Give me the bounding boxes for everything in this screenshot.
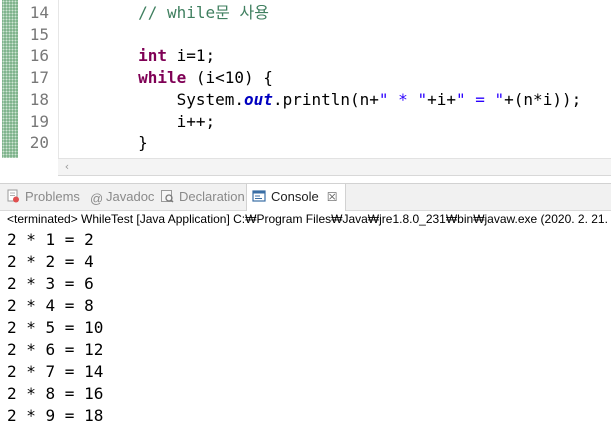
code-token: int — [138, 46, 167, 66]
line-number: 14 — [29, 3, 49, 22]
console-line: 2 * 3 = 6 — [7, 274, 94, 293]
console-status-line: <terminated> WhileTest [Java Application… — [7, 212, 611, 226]
code-line[interactable]: 14 // while문 사용 — [0, 2, 611, 23]
code-editor[interactable]: 14 // while문 사용 15 16 int i=1; 17 while (i<… — [0, 0, 611, 158]
console-line: 2 * 4 = 8 — [7, 296, 94, 315]
code-line[interactable]: 17 while (i<10) { — [0, 67, 611, 88]
tab-javadoc[interactable]: @ Javadoc — [90, 184, 154, 210]
line-number: 16 — [29, 46, 49, 66]
console-line: 2 * 9 = 18 — [7, 406, 104, 425]
code-token: out — [244, 89, 273, 109]
console-output[interactable]: 2 * 1 = 2 2 * 2 = 4 2 * 3 = 6 2 * 4 = 8 2 * … — [7, 229, 607, 427]
code-text: } — [61, 132, 148, 153]
tab-console-label: Console — [271, 189, 319, 204]
code-token: " = " — [455, 89, 505, 109]
console-line: 2 * 5 = 10 — [7, 318, 104, 337]
tab-problems[interactable]: Problems — [6, 184, 80, 210]
tab-javadoc-label: Javadoc — [106, 189, 155, 204]
code-line[interactable]: 19 i++; — [0, 111, 611, 132]
code-text: System.out.println(n+" * "+i+" = "+(n*i)… — [61, 89, 582, 110]
editor-horizontal-scrollbar[interactable]: ‹ — [58, 158, 611, 176]
code-line[interactable]: 20 } — [0, 132, 611, 153]
code-token: +(n*i)); — [504, 89, 582, 109]
console-line: 2 * 2 = 4 — [7, 252, 94, 271]
code-token: } — [61, 133, 148, 153]
console-line: 2 * 7 = 14 — [7, 362, 104, 381]
code-token: " * " — [378, 89, 428, 109]
code-text: int i=1; — [61, 45, 215, 66]
code-text: // while문 사용 — [61, 2, 269, 23]
problems-icon — [7, 189, 19, 203]
code-line[interactable]: 15 — [0, 24, 611, 45]
code-token: System. — [61, 89, 245, 109]
javadoc-icon: @ — [90, 191, 104, 206]
code-token: // while문 사용 — [138, 3, 269, 22]
line-number: 20 — [29, 133, 49, 153]
code-text: i++; — [61, 111, 216, 132]
close-icon[interactable]: ☒ — [327, 190, 338, 204]
tab-declaration[interactable]: Declaration — [160, 184, 245, 210]
code-token: i++; — [61, 111, 216, 131]
console-line: 2 * 6 = 12 — [7, 340, 104, 359]
tab-problems-label: Problems — [25, 189, 80, 204]
console-icon — [252, 190, 266, 202]
code-line[interactable]: 18 System.out.println(n+" * "+i+" = "+(n… — [0, 89, 611, 110]
eclipse-window: 14 // while문 사용 15 16 int i=1; 17 while (i<… — [0, 0, 611, 427]
code-token: i=1; — [166, 46, 216, 66]
declaration-icon — [161, 190, 174, 203]
code-token: while — [138, 68, 187, 88]
tab-console[interactable]: Console ☒ — [246, 184, 347, 211]
line-number: 15 — [29, 24, 49, 44]
code-line[interactable]: 16 int i=1; — [0, 45, 611, 66]
tab-declaration-label: Declaration — [179, 189, 245, 204]
bottom-panel-tabbar: Problems @ Javadoc Declaration Console ☒ — [0, 183, 611, 211]
code-token: (i<10) { — [186, 68, 273, 88]
code-token: .println(n+ — [272, 89, 379, 109]
line-number: 18 — [29, 89, 49, 109]
code-text: while (i<10) { — [61, 67, 273, 88]
line-number: 17 — [29, 68, 49, 88]
code-token: +i+ — [427, 89, 456, 109]
line-number: 19 — [29, 111, 49, 131]
scroll-left-icon[interactable]: ‹ — [61, 159, 73, 175]
console-line: 2 * 8 = 16 — [7, 384, 104, 403]
console-line: 2 * 1 = 2 — [7, 230, 94, 249]
